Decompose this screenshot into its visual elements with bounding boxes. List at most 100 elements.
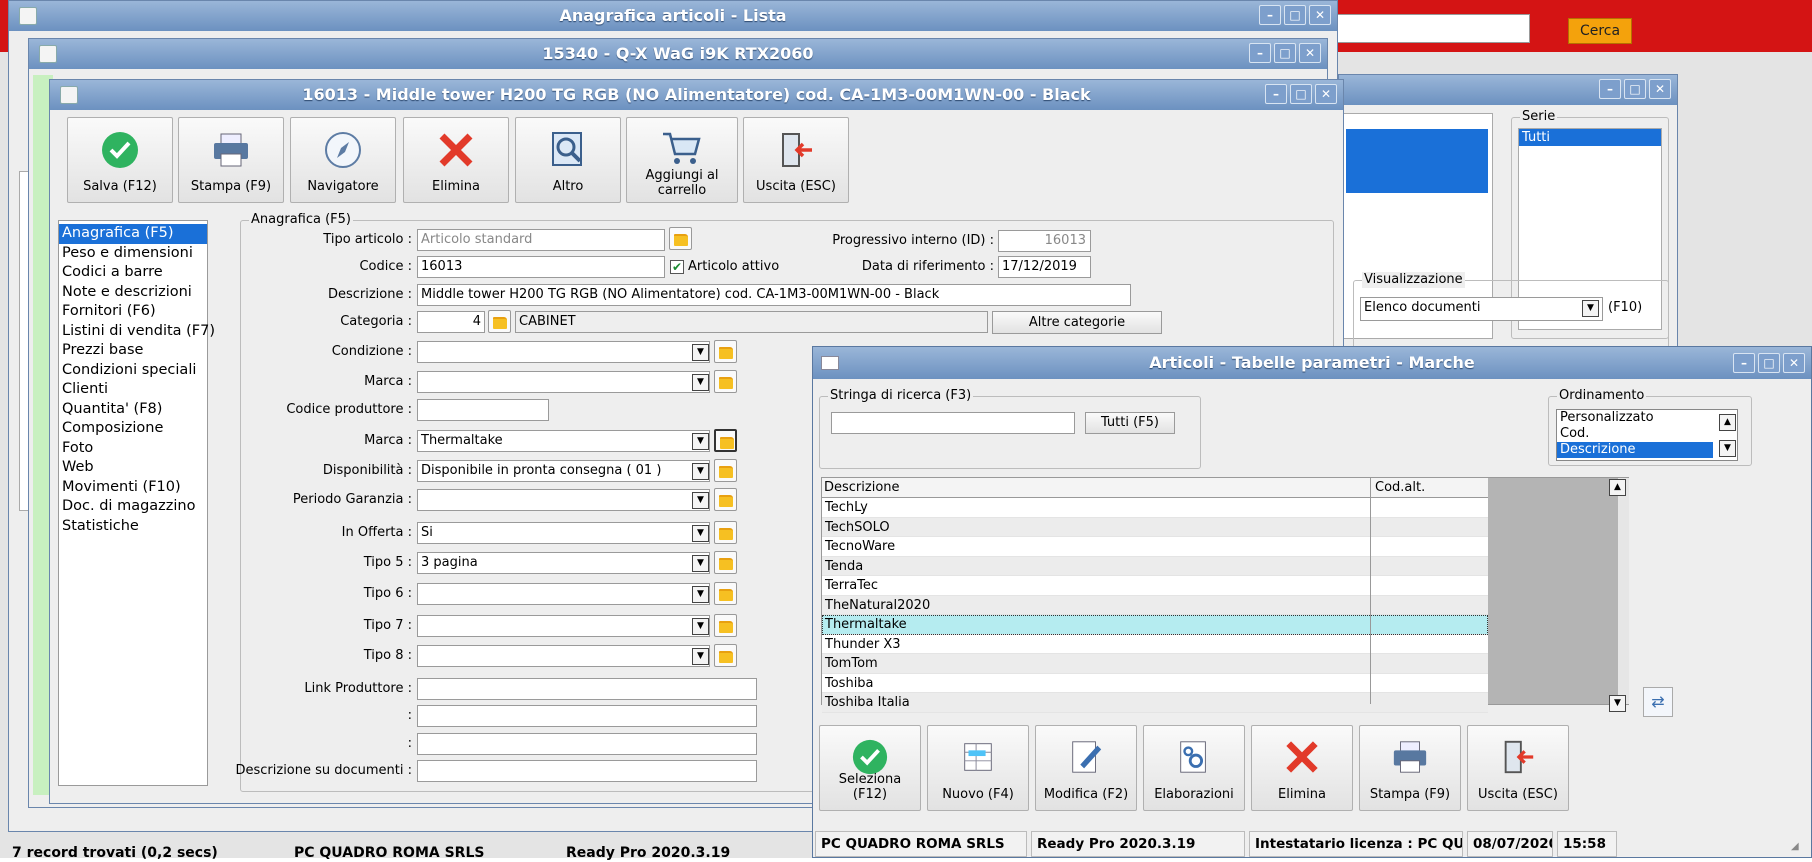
- periodo-garanzia-folder-icon[interactable]: [714, 488, 737, 511]
- tipo7-dropdown-icon[interactable]: ▼: [692, 618, 709, 635]
- menu-item-composizione[interactable]: Composizione: [59, 419, 207, 439]
- search-button[interactable]: Cerca: [1568, 18, 1632, 44]
- marca-2-folder-icon[interactable]: [714, 429, 737, 452]
- tipo6-folder-icon[interactable]: [714, 582, 737, 605]
- marca-2-select[interactable]: Thermaltake: [417, 430, 710, 452]
- table-scroll-up-icon[interactable]: ▲: [1609, 479, 1626, 496]
- descrizione-documenti-field[interactable]: [417, 760, 757, 782]
- table-scrollbar[interactable]: [1618, 478, 1629, 704]
- menu-item-quantita[interactable]: Quantita' (F8): [59, 400, 207, 420]
- table-row[interactable]: TheNatural2020: [822, 595, 1488, 615]
- tipo8-dropdown-icon[interactable]: ▼: [692, 648, 709, 665]
- altro-button[interactable]: Altro: [515, 117, 621, 203]
- table-row[interactable]: TechLy: [822, 498, 1488, 518]
- codice-field[interactable]: 16013: [417, 256, 665, 278]
- categoria-number-field[interactable]: 4: [417, 311, 485, 333]
- close-button[interactable]: ✕: [1299, 43, 1321, 63]
- marca-2-dropdown-icon[interactable]: ▼: [692, 433, 709, 450]
- extra-field-2[interactable]: [417, 733, 757, 755]
- minimize-button[interactable]: –: [1733, 353, 1755, 373]
- articolo-attivo-checkbox[interactable]: ✔: [670, 260, 684, 274]
- menu-item-clienti[interactable]: Clienti: [59, 380, 207, 400]
- ordinamento-personalizzato[interactable]: Personalizzato: [1557, 410, 1737, 426]
- condizione-folder-icon[interactable]: [714, 340, 737, 363]
- serie-item-tutti[interactable]: Tutti: [1519, 129, 1661, 146]
- tutti-button[interactable]: Tutti (F5): [1085, 412, 1175, 434]
- periodo-garanzia-select[interactable]: [417, 489, 710, 511]
- seleziona-button[interactable]: Seleziona (F12): [819, 725, 921, 811]
- altre-categorie-button[interactable]: Altre categorie: [992, 311, 1162, 334]
- ordinamento-descrizione[interactable]: Descrizione: [1557, 442, 1713, 458]
- maximize-button[interactable]: □: [1624, 79, 1646, 99]
- ordinamento-cod[interactable]: Cod.: [1557, 426, 1737, 442]
- menu-item-codici-barre[interactable]: Codici a barre: [59, 263, 207, 283]
- menu-item-prezzi-base[interactable]: Prezzi base: [59, 341, 207, 361]
- table-row[interactable]: TerraTec: [822, 576, 1488, 596]
- periodo-garanzia-dropdown-icon[interactable]: ▼: [692, 492, 709, 509]
- in-offerta-dropdown-icon[interactable]: ▼: [692, 525, 709, 542]
- tipo8-select[interactable]: [417, 645, 710, 667]
- menu-item-movimenti[interactable]: Movimenti (F10): [59, 478, 207, 498]
- tipo5-folder-icon[interactable]: [714, 551, 737, 574]
- modifica-button[interactable]: Modifica (F2): [1035, 725, 1137, 811]
- tipo-articolo-folder-icon[interactable]: [669, 227, 692, 250]
- link-produttore-field[interactable]: [417, 678, 757, 700]
- navigatore-button[interactable]: Navigatore: [290, 117, 396, 203]
- stampa-button[interactable]: Stampa (F9): [178, 117, 284, 203]
- tipo8-folder-icon[interactable]: [714, 644, 737, 667]
- descrizione-field[interactable]: Middle tower H200 TG RGB (NO Alimentator…: [417, 284, 1131, 306]
- close-button[interactable]: ✕: [1649, 79, 1671, 99]
- condizione-select[interactable]: [417, 341, 710, 363]
- ordinamento-scroll-up-icon[interactable]: ▲: [1719, 414, 1736, 431]
- elimina-button[interactable]: Elimina: [403, 117, 509, 203]
- minimize-button[interactable]: –: [1265, 84, 1287, 104]
- marca-folder-icon[interactable]: [714, 370, 737, 393]
- tipo7-select[interactable]: [417, 615, 710, 637]
- search-string-input[interactable]: [831, 412, 1075, 434]
- categoria-folder-icon[interactable]: [488, 310, 511, 333]
- salva-button[interactable]: Salva (F12): [67, 117, 173, 203]
- tipo5-select[interactable]: 3 pagina: [417, 552, 710, 574]
- codice-produttore-field[interactable]: [417, 399, 549, 421]
- column-descrizione[interactable]: Descrizione: [824, 480, 1364, 495]
- ordinamento-scroll-down-icon[interactable]: ▼: [1719, 440, 1736, 457]
- extra-field-1[interactable]: [417, 705, 757, 727]
- table-row[interactable]: Tenda: [822, 556, 1488, 576]
- aggiungi-carrello-button[interactable]: Aggiungi al carrello: [626, 117, 738, 203]
- minimize-button[interactable]: –: [1259, 5, 1281, 25]
- table-sync-icon[interactable]: ⇄: [1643, 687, 1673, 717]
- table-row[interactable]: TomTom: [822, 654, 1488, 674]
- elaborazioni-button[interactable]: Elaborazioni: [1143, 725, 1245, 811]
- table-scroll-down-icon[interactable]: ▼: [1609, 695, 1626, 712]
- in-offerta-select[interactable]: Si: [417, 522, 710, 544]
- visualizzazione-dropdown-icon[interactable]: ▼: [1582, 300, 1599, 317]
- disponibilita-folder-icon[interactable]: [714, 459, 737, 482]
- table-row[interactable]: TechSOLO: [822, 517, 1488, 537]
- menu-item-peso[interactable]: Peso e dimensioni: [59, 244, 207, 264]
- marca-dropdown-icon[interactable]: ▼: [692, 374, 709, 391]
- tipo7-folder-icon[interactable]: [714, 614, 737, 637]
- menu-item-note[interactable]: Note e descrizioni: [59, 283, 207, 303]
- elimina-button[interactable]: Elimina: [1251, 725, 1353, 811]
- tipo5-dropdown-icon[interactable]: ▼: [692, 555, 709, 572]
- minimize-button[interactable]: –: [1249, 43, 1271, 63]
- nuovo-button[interactable]: Nuovo (F4): [927, 725, 1029, 811]
- table-row[interactable]: Thunder X3: [822, 635, 1488, 654]
- column-cod-alt[interactable]: Cod.alt.: [1370, 478, 1488, 498]
- table-row[interactable]: Toshiba Italia: [822, 693, 1488, 713]
- tipo6-dropdown-icon[interactable]: ▼: [692, 586, 709, 603]
- menu-item-listini[interactable]: Listini di vendita (F7): [59, 322, 215, 342]
- menu-item-foto[interactable]: Foto: [59, 439, 207, 459]
- maximize-button[interactable]: □: [1274, 43, 1296, 63]
- uscita-button[interactable]: Uscita (ESC): [743, 117, 849, 203]
- visualizzazione-select[interactable]: Elenco documenti: [1360, 297, 1603, 321]
- menu-item-fornitori[interactable]: Fornitori (F6): [59, 302, 207, 322]
- menu-item-web[interactable]: Web: [59, 458, 207, 478]
- data-riferimento-field[interactable]: 17/12/2019: [998, 256, 1091, 278]
- in-offerta-folder-icon[interactable]: [714, 521, 737, 544]
- condizione-dropdown-icon[interactable]: ▼: [692, 344, 709, 361]
- table-row-selected[interactable]: Thermaltake: [822, 615, 1488, 635]
- ordinamento-list[interactable]: Personalizzato Cod. Descrizione ▲ ▼: [1556, 409, 1738, 461]
- maximize-button[interactable]: □: [1290, 84, 1312, 104]
- close-button[interactable]: ✕: [1315, 84, 1337, 104]
